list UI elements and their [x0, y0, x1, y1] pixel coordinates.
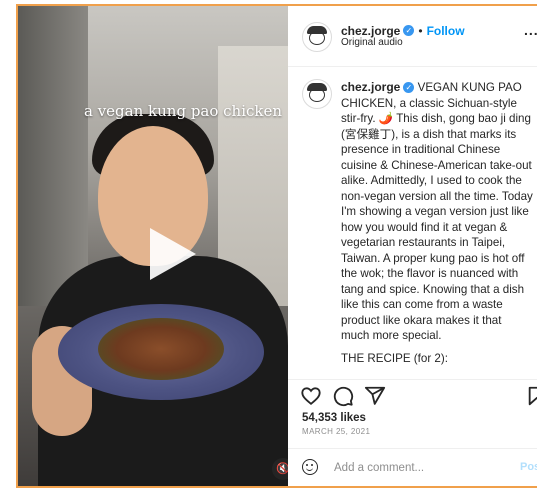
likes-count[interactable]: 54,353 likes — [302, 412, 366, 424]
post-comment-button[interactable]: Post — [520, 461, 537, 473]
share-icon[interactable] — [364, 385, 386, 407]
follow-button[interactable]: Follow — [427, 24, 465, 38]
post-date[interactable]: MARCH 25, 2021 — [302, 427, 370, 436]
post-details-panel: chez.jorge✓•Follow Original audio ... ch… — [288, 6, 537, 486]
recipe-heading: THE RECIPE (for 2): — [341, 352, 448, 365]
post-actions: 54,353 likes MARCH 25, 2021 — [288, 379, 537, 436]
verified-badge-icon: ✓ — [403, 82, 415, 94]
caption-avatar[interactable] — [302, 79, 332, 109]
video-caption-overlay: a vegan kung pao chicken — [84, 102, 283, 120]
heart-icon[interactable] — [300, 385, 322, 407]
caption-text: VEGAN KUNG PAO CHICKEN, a classic Sichua… — [341, 81, 533, 342]
play-icon[interactable] — [150, 228, 196, 280]
more-options-icon[interactable]: ... — [524, 22, 537, 38]
caption-username[interactable]: chez.jorge — [341, 80, 400, 94]
comment-input[interactable] — [332, 457, 506, 479]
header-username[interactable]: chez.jorge — [341, 24, 400, 38]
verified-badge-icon: ✓ — [403, 25, 415, 37]
bookmark-icon[interactable] — [526, 385, 537, 407]
emoji-icon[interactable] — [302, 459, 318, 475]
kung-pao-dish — [98, 318, 224, 380]
speaker-muted-icon[interactable]: 🔇 — [272, 458, 288, 480]
avatar[interactable] — [302, 22, 332, 52]
post-header: chez.jorge✓• Follow Original audio ... — [288, 6, 537, 67]
separator-dot: • — [418, 24, 423, 38]
audio-label[interactable]: Original audio — [341, 37, 403, 48]
add-comment-bar: Post — [288, 448, 537, 487]
comments-scroll-area[interactable]: chez.jorge ✓ VEGAN KUNG PAO CHICKEN, a cl… — [288, 67, 537, 379]
background-wall — [18, 6, 88, 306]
post-caption: chez.jorge ✓ VEGAN KUNG PAO CHICKEN, a cl… — [341, 80, 533, 344]
video-player[interactable]: a vegan kung pao chicken 🔇 — [18, 6, 288, 486]
comment-icon[interactable] — [332, 385, 354, 407]
